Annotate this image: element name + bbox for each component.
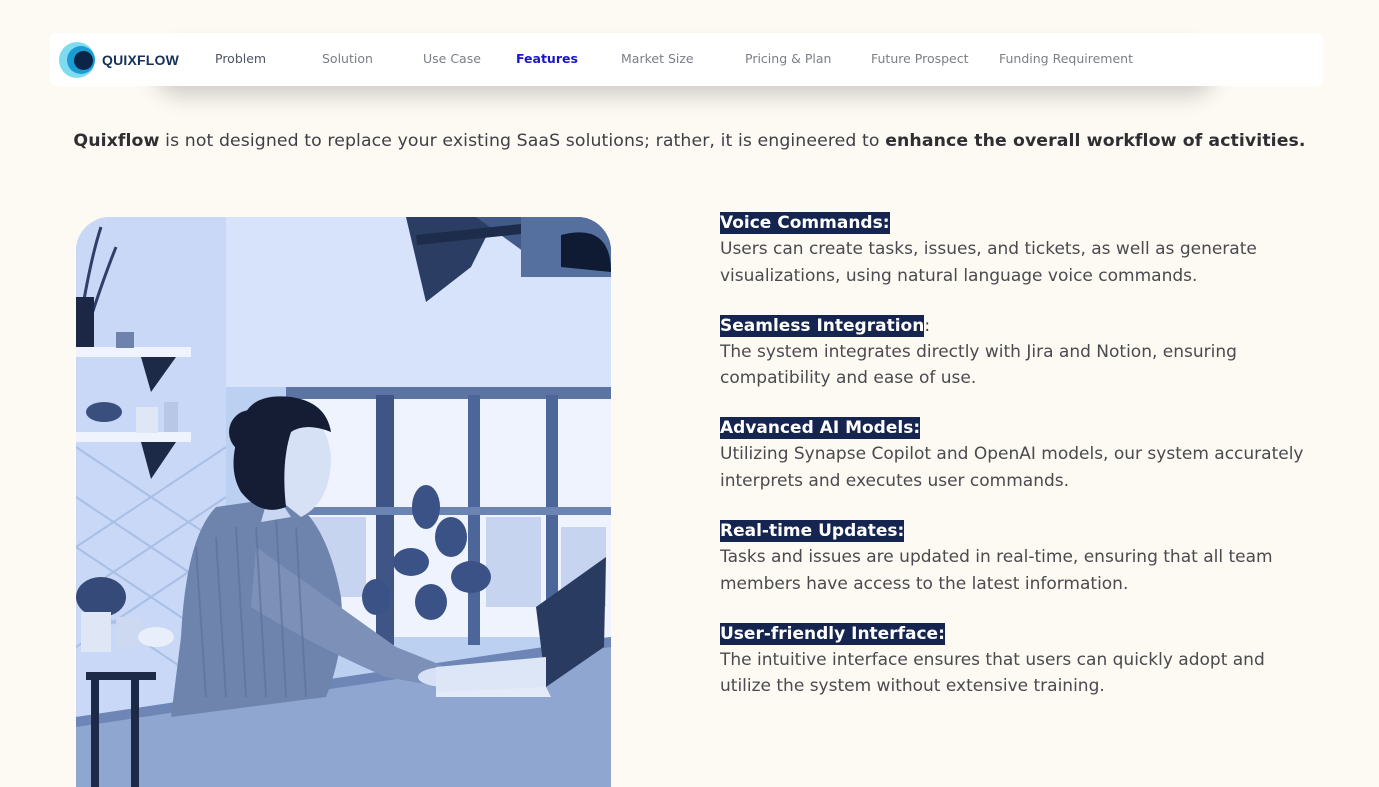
nav-item-funding-requirement[interactable]: Funding Requirement [999, 51, 1133, 66]
feature-description: Users can create tasks, issues, and tick… [720, 239, 1257, 286]
feature-title: Voice Commands [720, 212, 883, 234]
quixflow-logo-icon [59, 41, 99, 79]
nav-item-future-prospect[interactable]: Future Prospect [871, 51, 969, 66]
feature-description: The system integrates directly with Jira… [720, 341, 1237, 389]
feature-item: Advanced AI Models: Utilizing Synapse Co… [720, 417, 1320, 520]
nav-item-pricing-plan[interactable]: Pricing & Plan [745, 51, 831, 66]
woman-working-laptop-image [76, 217, 611, 787]
feature-item: Seamless Integration: The system integra… [720, 314, 1320, 418]
nav-item-market-size[interactable]: Market Size [621, 51, 694, 66]
intro-statement: Quixflow is not designed to replace your… [0, 131, 1379, 151]
nav-item-problem[interactable]: Problem [215, 51, 266, 66]
nav-item-use-case[interactable]: Use Case [423, 51, 481, 66]
feature-description: The intuitive interface ensures that use… [720, 649, 1265, 697]
feature-title-colon: : [924, 315, 931, 336]
feature-title: User-friendly Interface [720, 622, 939, 645]
feature-item: Real-time Updates: Tasks and issues are … [720, 520, 1320, 623]
feature-description: Utilizing Synapse Copilot and OpenAI mod… [720, 444, 1304, 491]
brand-name: QUIXFLOW [102, 51, 180, 68]
intro-brand-word: Quixflow [73, 131, 160, 151]
top-navbar: QUIXFLOW Problem Solution Use Case Featu… [50, 33, 1323, 86]
nav-item-solution[interactable]: Solution [322, 51, 373, 66]
intro-middle-text: is not designed to replace your existing… [159, 131, 886, 151]
feature-item: User-friendly Interface: The intuitive i… [720, 622, 1320, 726]
brand-logo[interactable]: QUIXFLOW [59, 41, 205, 79]
features-list: Voice Commands: Users can create tasks, … [720, 212, 1320, 725]
intro-emphasis: enhance the overall workflow of activiti… [885, 131, 1306, 151]
feature-title-colon: : [913, 417, 921, 440]
feature-title-colon: : [938, 622, 945, 645]
feature-title-colon: : [882, 212, 890, 234]
feature-description: Tasks and issues are updated in real-tim… [720, 547, 1273, 594]
feature-item: Voice Commands: Users can create tasks, … [720, 212, 1320, 315]
feature-title: Seamless Integration [720, 314, 925, 337]
feature-title: Advanced AI Models [720, 417, 914, 440]
feature-title: Real-time Updates [720, 520, 898, 543]
nav-item-features[interactable]: Features [516, 51, 578, 66]
feature-photo [76, 217, 611, 787]
feature-title-colon: : [897, 520, 905, 543]
